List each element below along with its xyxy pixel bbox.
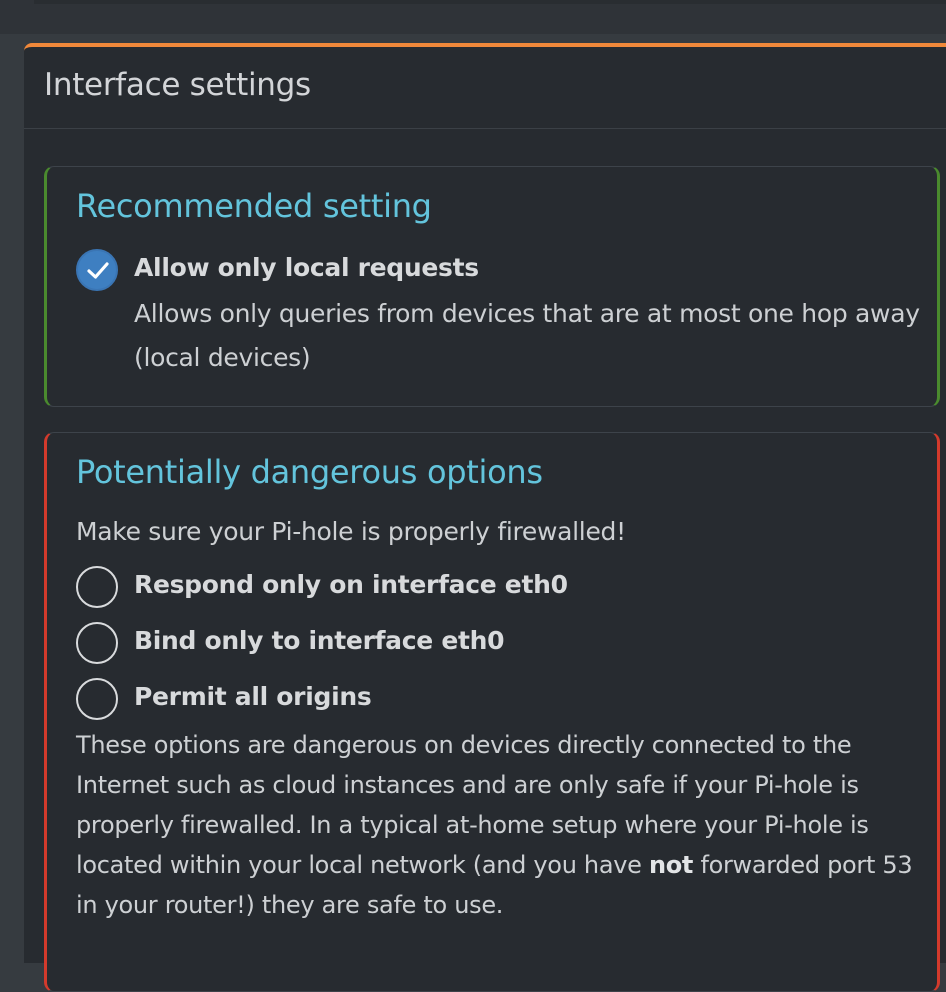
dangerous-options-note: These options are dangerous on devices d… bbox=[76, 725, 936, 925]
card-title: Interface settings bbox=[44, 67, 311, 103]
note-emphasis: not bbox=[648, 851, 694, 879]
permit-all-origins-label[interactable]: Permit all origins bbox=[134, 682, 372, 711]
recommended-setting-title: Recommended setting bbox=[76, 187, 432, 225]
allow-local-requests-label[interactable]: Allow only local requests bbox=[134, 253, 479, 282]
card-header: Interface settings bbox=[24, 47, 946, 129]
respond-only-eth0-radio[interactable] bbox=[76, 566, 118, 608]
recommended-setting-box: Recommended setting Allow only local req… bbox=[44, 166, 940, 407]
top-bar-shadow bbox=[34, 0, 946, 4]
allow-local-requests-radio[interactable] bbox=[76, 249, 118, 291]
dangerous-options-box: Potentially dangerous options Make sure … bbox=[44, 432, 940, 992]
allow-local-requests-description-line2: (local devices) bbox=[134, 343, 311, 372]
bind-only-eth0-radio[interactable] bbox=[76, 622, 118, 664]
check-icon bbox=[87, 262, 109, 279]
firewall-warning: Make sure your Pi-hole is properly firew… bbox=[76, 517, 626, 546]
permit-all-origins-radio[interactable] bbox=[76, 678, 118, 720]
allow-local-requests-description-line1: Allows only queries from devices that ar… bbox=[134, 299, 920, 328]
top-bar-strip bbox=[0, 0, 946, 34]
respond-only-eth0-label[interactable]: Respond only on interface eth0 bbox=[134, 570, 568, 599]
interface-settings-card: Interface settings Recommended setting A… bbox=[24, 43, 946, 992]
dangerous-options-title: Potentially dangerous options bbox=[76, 453, 543, 491]
bind-only-eth0-label[interactable]: Bind only to interface eth0 bbox=[134, 626, 505, 655]
